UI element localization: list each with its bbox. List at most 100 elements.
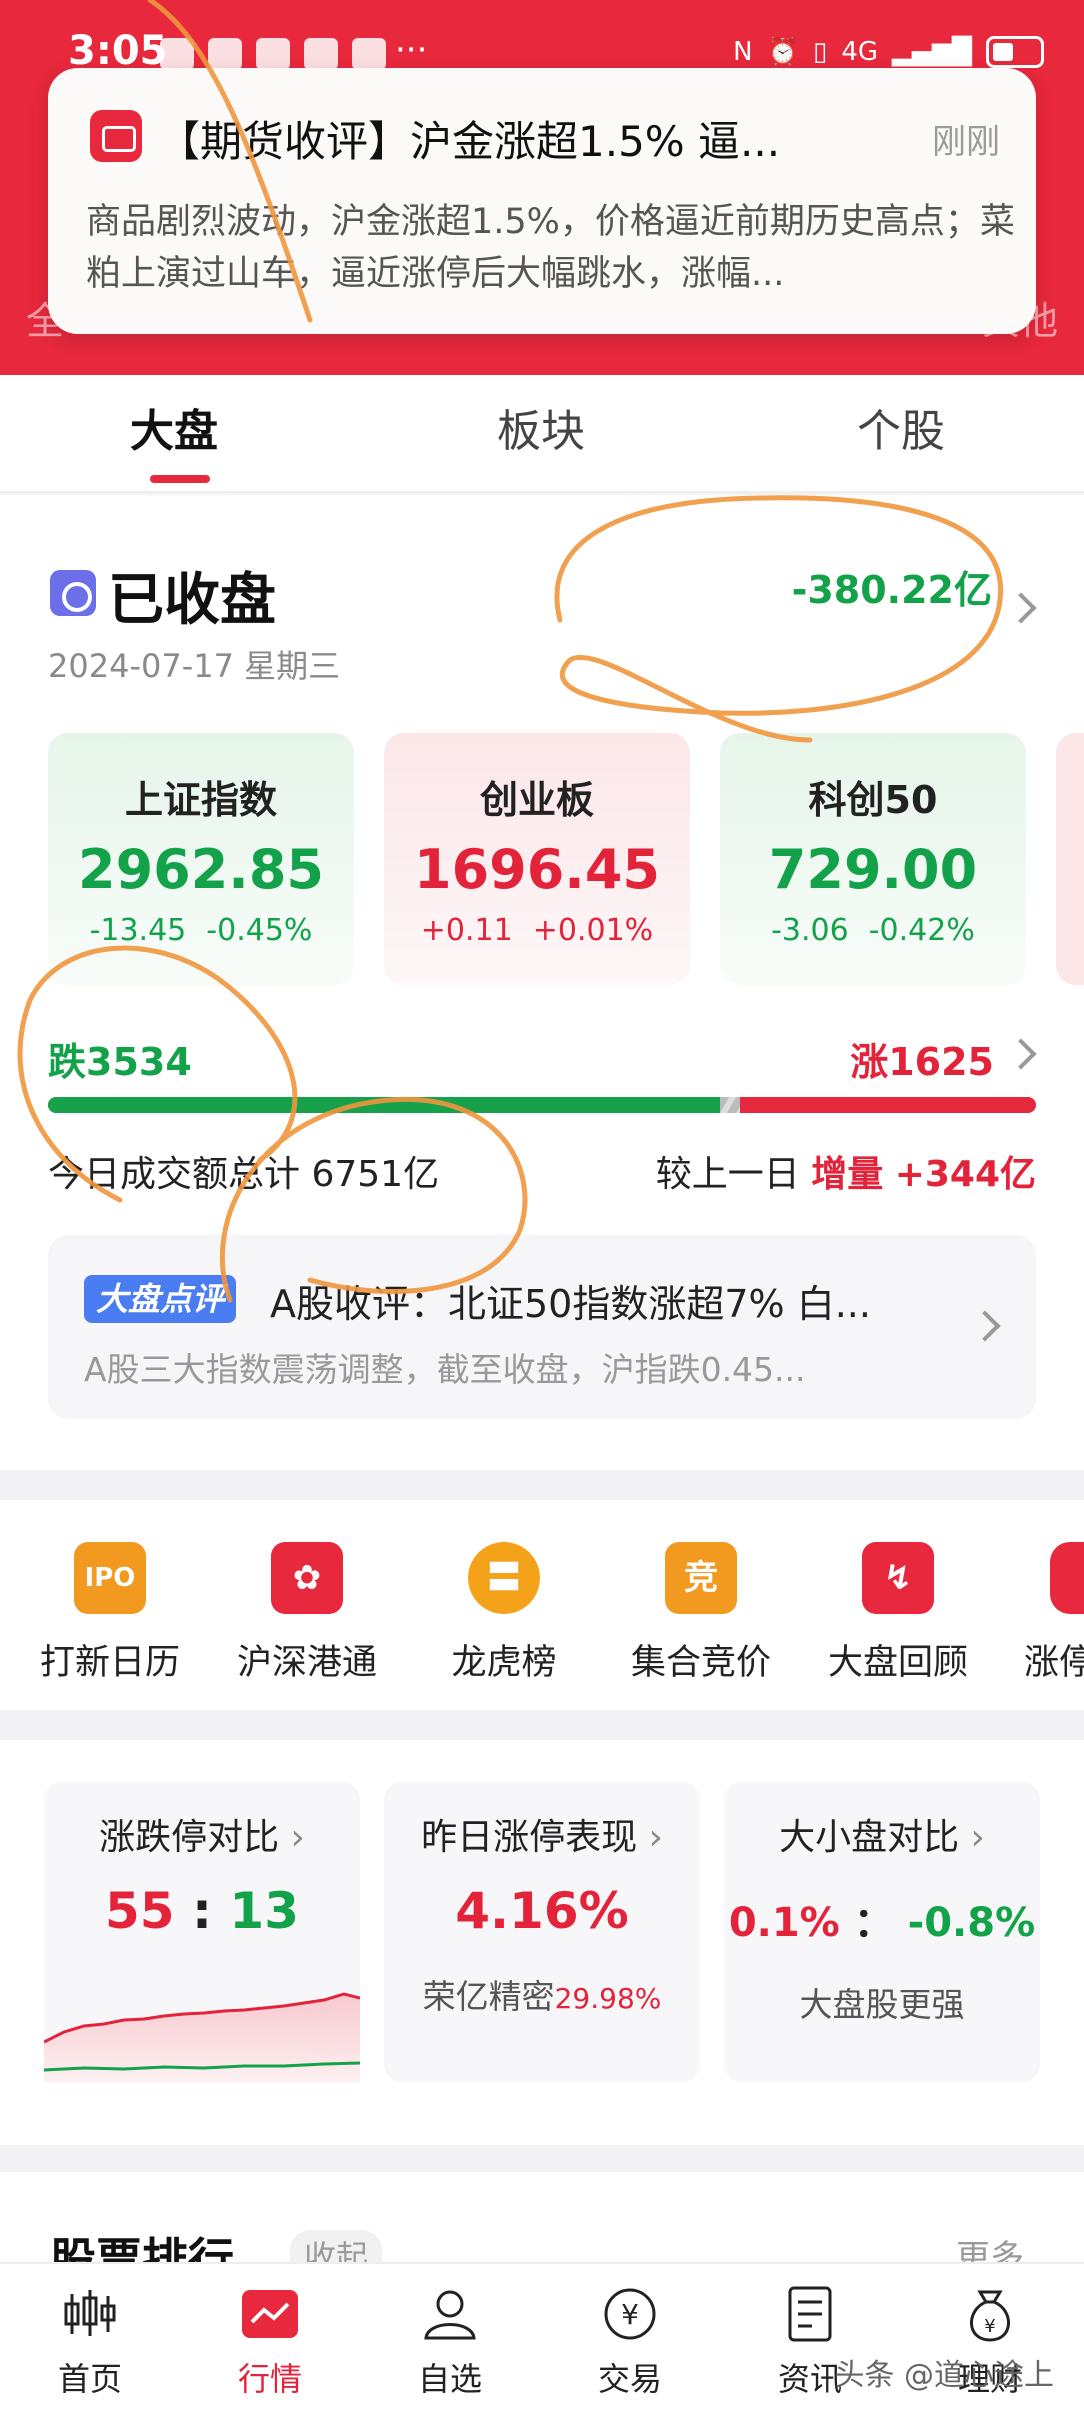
turnover-value: 6751亿 — [311, 1154, 440, 1195]
hk-flower-icon: ✿ — [271, 1542, 343, 1614]
tab-sectors[interactable]: 板块 — [497, 395, 585, 459]
stat-yesterday-limit-up[interactable]: 昨日涨停表现 › 4.16% 荣亿精密29.98% — [384, 1782, 700, 2082]
index-value: 729.00 — [768, 838, 978, 901]
tool-dragon-tiger[interactable]: 〓 龙虎榜 — [409, 1542, 599, 1685]
limit-up-icon — [1050, 1542, 1084, 1614]
falling-segment — [48, 1097, 720, 1113]
stat-title: 涨跌停对比 — [99, 1817, 280, 1858]
calendar-icon: IPO — [74, 1542, 146, 1614]
index-name: 科创50 — [808, 778, 938, 822]
tool-market-review[interactable]: ↯ 大盘回顾 — [803, 1542, 993, 1685]
flat-segment — [719, 1097, 740, 1113]
index-card-chinext[interactable]: 创业板 1696.45 +0.11 +0.01% — [384, 733, 690, 985]
turnover-compare: 较上一日 增量 +344亿 — [656, 1145, 1036, 1197]
ratio-separator: ： — [853, 1900, 894, 1946]
turnover-total: 今日成交额总计 6751亿 — [48, 1145, 439, 1197]
app-notification-icon — [256, 38, 290, 70]
index-change-pct: +0.01% — [532, 913, 654, 948]
commentary-badge: 大盘点评 — [84, 1275, 237, 1323]
notification-title: 【期货收评】沪金涨超1.5% 逼... — [158, 117, 781, 166]
stock-ranking-header: 股票排行 收起 更多 — [0, 2172, 1084, 2287]
tool-label: 打新日历 — [39, 1643, 180, 1683]
market-status: 已收盘 — [108, 568, 276, 633]
nav-label: 交易 — [597, 2360, 662, 2398]
index-card-shanghai[interactable]: 上证指数 2962.85 -13.45 -0.45% — [48, 733, 354, 985]
index-value: 1696.45 — [414, 838, 660, 901]
market-date: 2024-07-17 星期三 — [48, 647, 341, 685]
index-name: 上证指数 — [124, 778, 277, 822]
commentary-title: A股收评：北证50指数涨超7% 白... — [270, 1282, 871, 1326]
shield-icon: 〓 — [468, 1542, 540, 1614]
net-fund-flow[interactable]: -380.22亿 — [792, 559, 992, 614]
tab-market[interactable]: 大盘 — [130, 395, 218, 459]
compare-label: 较上一日 — [655, 1154, 800, 1195]
auction-icon: 竞 — [665, 1542, 737, 1614]
nav-trade[interactable]: ¥ 交易 — [570, 2286, 690, 2400]
app-notification-icon — [208, 38, 242, 70]
push-notification[interactable]: 【期货收评】沪金涨超1.5% 逼... 刚刚 商品剧烈波动，沪金涨超1.5%，价… — [48, 68, 1036, 334]
tab-stocks[interactable]: 个股 — [857, 395, 945, 459]
index-name: 创业板 — [479, 778, 594, 822]
tool-limit-up[interactable]: 涨停 — [1000, 1542, 1084, 1685]
tool-call-auction[interactable]: 竞 集合竞价 — [606, 1542, 796, 1685]
status-more-dots: ··· — [395, 30, 428, 70]
limit-up-count: 55 — [104, 1882, 175, 1940]
svg-text:¥: ¥ — [984, 2316, 995, 2337]
ratio-separator: : — [192, 1882, 212, 1940]
nav-home[interactable]: 首页 — [30, 2286, 150, 2400]
status-indicators: N ⏰ ▯ 4G ▂▄▆█ — [733, 36, 1044, 68]
compare-value: +344亿 — [894, 1154, 1036, 1195]
notification-time: 刚刚 — [932, 122, 1000, 162]
index-value: 2962.85 — [78, 838, 324, 901]
cap-compare-conclusion: 大盘股更强 — [799, 1985, 965, 2024]
stat-cap-compare[interactable]: 大小盘对比 › 0.1% ： -0.8% 大盘股更强 — [724, 1782, 1040, 2082]
market-breadth-bar — [48, 1097, 1036, 1113]
index-card-star50[interactable]: 科创50 729.00 -3.06 -0.42% — [720, 733, 1026, 985]
index-change-pct: -0.42% — [868, 913, 975, 948]
chart-icon — [240, 2286, 300, 2342]
tool-label: 龙虎榜 — [451, 1643, 557, 1683]
quick-tools: IPO 打新日历 ✿ 沪深港通 〓 龙虎榜 竞 集合竞价 ↯ 大盘回顾 涨停 — [0, 1500, 1084, 1710]
tool-ipo-calendar[interactable]: IPO 打新日历 — [15, 1542, 205, 1685]
chevron-right-icon[interactable] — [1005, 592, 1037, 624]
person-icon — [420, 2286, 480, 2342]
tool-stock-connect[interactable]: ✿ 沪深港通 — [212, 1542, 402, 1685]
limit-trend-sparkline — [44, 1992, 360, 2082]
stat-limit-compare[interactable]: 涨跌停对比 › 55 : 13 — [44, 1782, 360, 2082]
chevron-right-icon[interactable] — [1005, 1038, 1037, 1070]
tool-label: 沪深港通 — [236, 1643, 377, 1683]
news-app-icon — [90, 110, 142, 162]
app-notification-icon — [304, 38, 338, 70]
review-play-icon: ↯ — [862, 1542, 934, 1614]
index-card-next[interactable] — [1056, 733, 1084, 985]
battery-icon — [986, 36, 1044, 68]
index-change: +0.11 — [420, 913, 513, 948]
yesterday-limit-up-return: 4.16% — [455, 1882, 629, 1940]
top-stock-gain: 29.98% — [554, 1982, 662, 2015]
market-commentary[interactable]: 大盘点评 A股收评：北证50指数涨超7% 白... A股三大指数震荡调整，截至收… — [48, 1235, 1036, 1419]
market-closed-icon — [50, 570, 96, 616]
nav-label: 首页 — [57, 2360, 122, 2398]
rising-count[interactable]: 涨1625 — [850, 1031, 994, 1086]
commentary-summary: A股三大指数震荡调整，截至收盘，沪指跌0.45... — [84, 1350, 806, 1389]
market-tabs: 大盘 板块 个股 — [0, 375, 1084, 493]
alarm-icon: ⏰ — [766, 37, 799, 67]
app-notification-icon — [160, 38, 194, 70]
yen-icon: ¥ — [600, 2286, 660, 2342]
chevron-right-icon — [969, 1310, 1001, 1342]
nav-label: 自选 — [417, 2360, 482, 2398]
market-overview: 已收盘 2024-07-17 星期三 -380.22亿 上证指数 2962.85… — [0, 495, 1084, 1470]
index-change: -3.06 — [771, 913, 849, 948]
tool-label: 大盘回顾 — [827, 1643, 968, 1683]
nav-quotes[interactable]: 行情 — [210, 2286, 330, 2400]
notification-body: 商品剧烈波动，沪金涨超1.5%，价格逼近前期历史高点；菜粕上演过山车，逼近涨停后… — [86, 202, 1015, 294]
money-bag-icon: ¥ — [960, 2286, 1020, 2342]
nav-label: 行情 — [237, 2360, 302, 2398]
status-app-icons — [160, 38, 386, 70]
stat-title: 大小盘对比 — [779, 1817, 960, 1858]
index-change-pct: -0.45% — [206, 913, 313, 948]
compare-kind: 增量 — [811, 1154, 884, 1195]
falling-count[interactable]: 跌3534 — [48, 1031, 192, 1086]
small-cap-change: -0.8% — [907, 1900, 1036, 1946]
nav-watchlist[interactable]: 自选 — [390, 2286, 510, 2400]
